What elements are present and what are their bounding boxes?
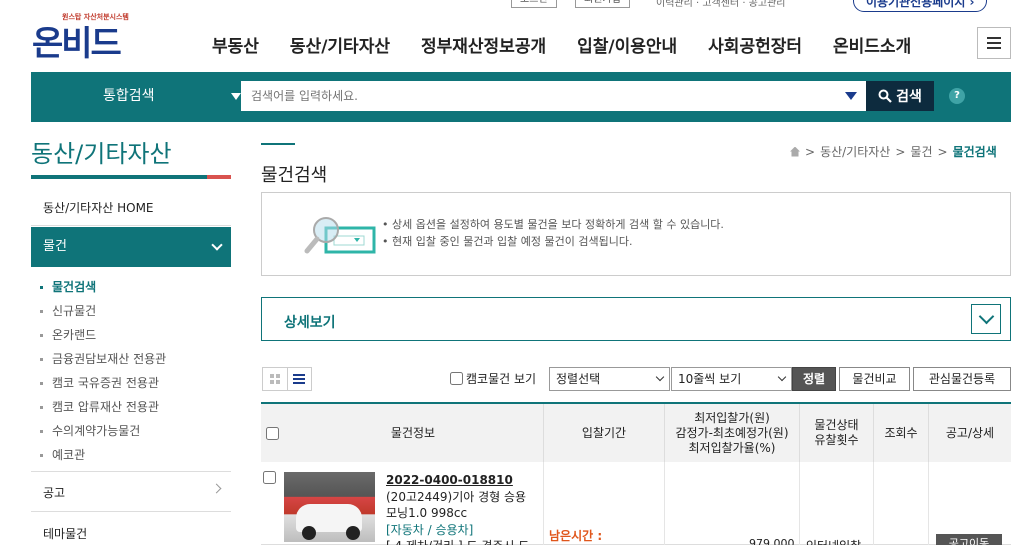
sidebar-title: 동산/기타자산 (31, 140, 172, 168)
go-to-notice-button[interactable]: 공고이동 (936, 534, 1002, 545)
login-button[interactable]: 로그인 (511, 0, 557, 8)
search-input[interactable] (241, 81, 866, 111)
row-checkbox[interactable] (263, 471, 276, 484)
header-price: 최저입찰가(원) 감정가-최초예정가(원) 최저입찰가율(%) (664, 404, 799, 462)
breadcrumb-item[interactable]: 물건 (910, 143, 932, 160)
submenu-item-oncarland[interactable]: 온카랜드 (40, 327, 166, 351)
item-thumbnail[interactable] (284, 472, 375, 542)
header-status: 물건상태 유찰횟수 (799, 404, 873, 462)
main-nav: 부동산 동산/기타자산 정부재산정보공개 입찰/이용안내 사회공헌장터 온비드소… (212, 32, 942, 57)
logo[interactable]: 원스탑 자산처분시스템 온비드 (32, 12, 132, 64)
sidebar-item-label: 물건 (43, 239, 67, 254)
table-row: 2022-0400-018810 (20고2449)기아 경형 승용 모닝1.0… (261, 462, 1011, 545)
search-button[interactable]: 검색 (866, 81, 934, 111)
header-period: 입찰기간 (543, 404, 664, 462)
sidebar-item-theme[interactable]: 테마물건 (43, 525, 87, 542)
submenu-item-securities[interactable]: 캠코 국유증권 전용관 (40, 375, 166, 399)
sidebar-submenu: 물건검색 신규물건 온카랜드 금융권담보재산 전용관 캠코 국유증권 전용관 캠… (40, 279, 166, 471)
utility-links[interactable]: 이력관리 · 고객센터 · 공고관리 (656, 0, 785, 9)
submenu-item-finance[interactable]: 금융권담보재산 전용관 (40, 351, 166, 375)
info-box: • 상세 옵션을 설정하여 용도별 물건을 보다 정확하게 검색 할 수 있습니… (261, 192, 1011, 276)
list-view-button[interactable] (286, 368, 312, 390)
table-header: 물건정보 입찰기간 최저입찰가(원) 감정가-최초예정가(원) 최저입찰가율(%… (261, 402, 1011, 462)
submenu-item-private-contract[interactable]: 수의계약가능물건 (40, 423, 166, 447)
sidebar-title-accent (207, 175, 231, 179)
divider (31, 471, 231, 472)
nav-real-estate[interactable]: 부동산 (212, 32, 259, 57)
camco-checkbox-label: 캠코물건 보기 (466, 372, 537, 386)
sort-button[interactable]: 정렬 (792, 367, 836, 391)
breadcrumb-item[interactable]: 동산/기타자산 (820, 143, 890, 160)
search-button-label: 검색 (896, 89, 922, 105)
item-name[interactable]: (20고2449)기아 경형 승용 모닝1.0 998cc (386, 489, 536, 521)
header-info: 물건정보 (390, 425, 436, 440)
search-bar: 통합검색 검색 ? (31, 72, 1011, 122)
nav-movable[interactable]: 동산/기타자산 (290, 32, 390, 57)
magnifier-search-icon (304, 217, 376, 254)
sidebar-home-link[interactable]: 동산/기타자산 HOME (43, 199, 154, 216)
logo-name: 온비드 (32, 24, 122, 64)
detail-options-panel[interactable]: 상세보기 (261, 297, 1011, 341)
home-icon[interactable] (790, 146, 800, 157)
submenu-item-new[interactable]: 신규물건 (40, 303, 166, 327)
item-category: [자동차 / 승용차] (386, 523, 474, 537)
item-status: 인터넷입찰 (806, 537, 861, 545)
nav-gov-property[interactable]: 정부재산정보공개 (421, 32, 546, 57)
grid-view-button[interactable] (263, 368, 287, 390)
search-scope-label: 통합검색 (103, 88, 155, 104)
list-icon (293, 374, 306, 384)
caret-down-icon (231, 93, 241, 100)
signup-button[interactable]: 회원가입 (575, 0, 630, 8)
info-text: • 상세 옵션을 설정하여 용도별 물건을 보다 정확하게 검색 할 수 있습니… (382, 218, 724, 248)
remaining-time-label: 남은시간 : (549, 529, 603, 543)
breadcrumb: > 동산/기타자산 > 물건 > 물건검색 (790, 143, 997, 160)
min-bid-price: 979,000 (749, 537, 795, 545)
view-mode-toggle (262, 367, 312, 391)
breadcrumb-current: 물건검색 (952, 145, 997, 159)
divider (31, 225, 231, 226)
chevron-right-icon (211, 483, 222, 494)
institution-page-button[interactable]: 이용기관전용페이지 › (853, 0, 988, 12)
grid-icon (269, 374, 280, 384)
title-accent (261, 143, 295, 145)
divider (31, 511, 231, 512)
help-icon[interactable]: ? (949, 88, 965, 104)
submenu-item-search[interactable]: 물건검색 (40, 279, 166, 303)
camco-filter: 캠코물건 보기 (450, 370, 536, 387)
header-views: 조회수 (873, 404, 928, 462)
compare-button[interactable]: 물건비교 (839, 367, 910, 391)
page-title: 물건검색 (261, 165, 328, 186)
detail-options-label: 상세보기 (284, 315, 336, 331)
nav-about[interactable]: 온비드소개 (833, 32, 911, 57)
top-utility-bar: 로그인 회원가입 이력관리 · 고객센터 · 공고관리 이용기관전용페이지 › (0, 0, 1021, 12)
nav-social-market[interactable]: 사회공헌장터 (708, 32, 802, 57)
sidebar-title-underline (31, 175, 231, 179)
chevron-down-icon[interactable] (971, 304, 1001, 334)
search-dropdown-icon[interactable] (845, 92, 857, 100)
header-notice: 공고/상세 (928, 404, 1011, 462)
submenu-item-seized[interactable]: 캠코 압류재산 전용관 (40, 399, 166, 423)
nav-bid-guide[interactable]: 입찰/이용안내 (577, 32, 677, 57)
menu-icon[interactable] (977, 27, 1011, 59)
search-icon (878, 89, 892, 103)
sort-select[interactable]: 정렬선택 (549, 367, 670, 391)
sidebar-item-goods[interactable]: 물건 (31, 227, 231, 267)
select-all-checkbox[interactable] (265, 426, 279, 440)
submenu-item-eco[interactable]: 예코관 (40, 447, 166, 471)
search-scope-select[interactable]: 통합검색 (31, 81, 241, 111)
camco-checkbox[interactable] (450, 372, 463, 385)
per-page-select[interactable]: 10줄씩 보기 (671, 367, 792, 391)
favorite-register-button[interactable]: 관심물건등록 (913, 367, 1011, 391)
sidebar-item-notice[interactable]: 공고 (43, 484, 65, 501)
chevron-down-icon (211, 239, 223, 251)
item-address: [ 4 제차/건리 ] 도 경주시 드 (386, 537, 529, 545)
item-number-link[interactable]: 2022-0400-018810 (386, 473, 513, 487)
header-checkbox-cell (261, 404, 283, 462)
